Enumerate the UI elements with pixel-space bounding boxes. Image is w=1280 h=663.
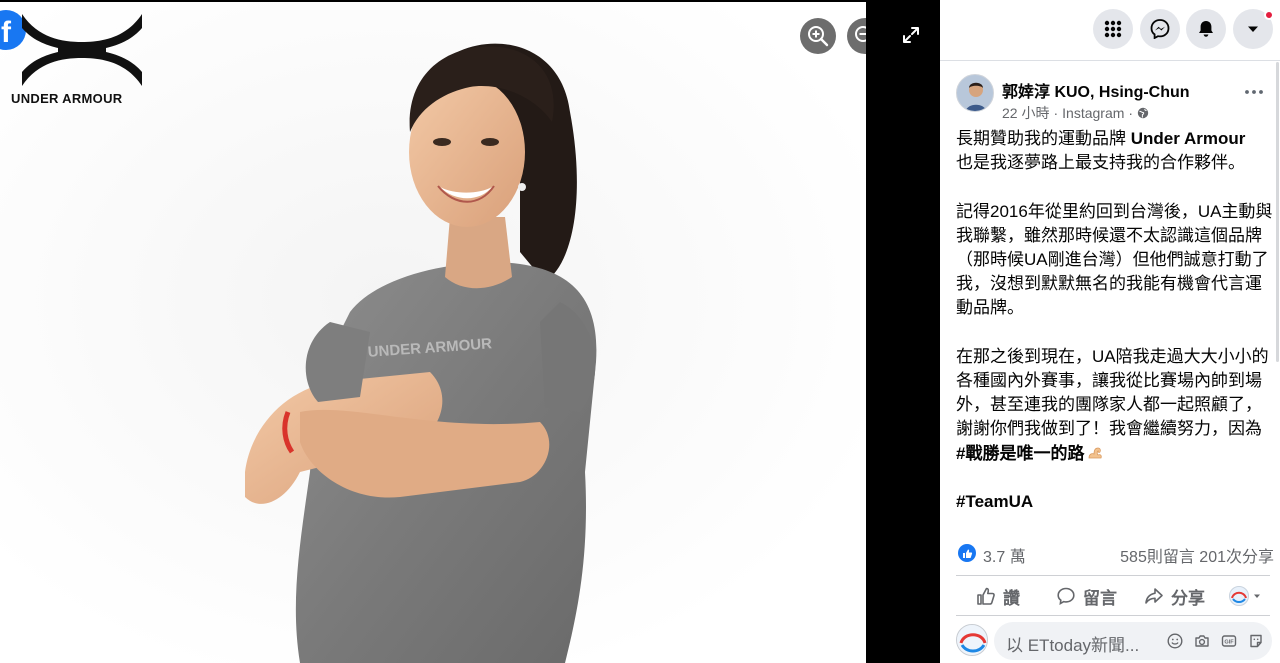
menu-grid-icon <box>1104 20 1122 38</box>
comment-placeholder: 以 ETtoday新聞... <box>1006 636 1140 655</box>
expand-button[interactable] <box>896 20 926 50</box>
avatar-photo <box>957 75 993 111</box>
brand-logo: UNDER ARMOUR <box>8 12 158 106</box>
bell-icon <box>1199 21 1213 37</box>
post-text-segment: 也是我逐夢路上最支持我的合作夥伴。 <box>956 153 1245 173</box>
commenter-avatar[interactable] <box>956 624 988 656</box>
page-avatar-icon <box>957 625 987 655</box>
brand-wordmark: UNDER ARMOUR <box>11 91 123 106</box>
engagement-counts: 585則留言 201次分享 <box>1120 543 1274 567</box>
photo-viewer: UNDER ARMOUR f UNDER ARMOUR <box>0 0 940 663</box>
menu-button[interactable] <box>1093 9 1133 49</box>
under-armour-logo-icon <box>22 14 142 86</box>
sticker-icon <box>1249 634 1262 647</box>
zoom-in-icon <box>808 26 829 47</box>
comment-button[interactable]: 留言 <box>1056 580 1117 612</box>
comment-input[interactable]: 以 ETtoday新聞... GIF <box>994 622 1272 660</box>
gif-button[interactable]: GIF <box>1220 632 1237 649</box>
account-caret-icon <box>1248 26 1258 32</box>
post-paragraph: 記得2016年從里約回到台灣後，UA主動與我聯繫，雖然那時候還不太認識這個品牌（… <box>956 201 1273 318</box>
top-navigation <box>940 0 1280 58</box>
post-paragraph: 長期贊助我的運動品牌 Under Armour 也是我逐夢路上最支持我的合作夥伴。 <box>956 127 1274 175</box>
camera-button[interactable] <box>1193 632 1210 649</box>
expand-icon <box>903 27 919 43</box>
reaction-summary: 3.7 萬 585則留言 201次分享 <box>956 540 1274 566</box>
brand-mention: Under Armour <box>1130 129 1246 148</box>
post-paragraph: 在那之後到現在，UA陪我走過大大小小的各種國內外賽事，讓我從比賽場內帥到場外，甚… <box>956 345 1274 466</box>
comment-icon <box>1057 587 1075 605</box>
hashtag-link[interactable]: #TeamUA <box>956 492 1033 511</box>
gif-icon: GIF <box>1221 634 1236 647</box>
page-avatar-icon <box>1229 586 1249 606</box>
thumbs-up-icon <box>977 587 995 605</box>
chevron-down-icon <box>1254 594 1260 598</box>
like-count[interactable]: 3.7 萬 <box>983 543 1026 567</box>
post-text: 長期贊助我的運動品牌 Under Armour 也是我逐夢路上最支持我的合作夥伴。… <box>956 127 1274 514</box>
more-horizontal-icon <box>1245 90 1263 94</box>
account-menu-button[interactable] <box>1233 9 1274 49</box>
svg-text:GIF: GIF <box>1224 639 1234 645</box>
share-count[interactable]: 201次分享 <box>1199 549 1274 566</box>
post-meta: 22 小時 · Instagram · <box>1002 103 1149 123</box>
globe-icon <box>1137 107 1149 119</box>
like-reaction-icon[interactable] <box>958 544 976 562</box>
post-text-segment: 長期贊助我的運動品牌 <box>956 129 1131 148</box>
zoom-in-button[interactable] <box>800 18 836 54</box>
flexed-biceps-icon <box>1089 447 1103 459</box>
meta-separator: · <box>1053 105 1059 121</box>
author-avatar[interactable] <box>956 74 994 112</box>
emoji-button[interactable] <box>1166 632 1183 649</box>
messenger-button[interactable] <box>1140 9 1180 49</box>
like-label: 讚 <box>1003 588 1020 608</box>
divider <box>940 60 1280 61</box>
post-photo[interactable]: UNDER ARMOUR f UNDER ARMOUR <box>0 2 866 663</box>
like-button[interactable]: 讚 <box>976 580 1020 612</box>
comment-count[interactable]: 585則留言 <box>1120 549 1195 566</box>
more-options-button[interactable] <box>1238 80 1270 104</box>
post-paragraph: #TeamUA <box>956 490 1274 514</box>
audience-selector[interactable] <box>1228 580 1261 612</box>
share-label: 分享 <box>1171 588 1205 608</box>
share-button[interactable]: 分享 <box>1144 580 1205 612</box>
divider <box>956 615 1270 616</box>
post-header: 郭婞淳 KUO, Hsing-Chun 22 小時 · Instagram · <box>956 74 1276 122</box>
messenger-icon <box>1150 19 1170 39</box>
notification-dot <box>1264 10 1274 20</box>
notifications-button[interactable] <box>1186 9 1226 49</box>
camera-icon <box>1194 634 1209 647</box>
hashtag-link[interactable]: #戰勝是唯一的路 <box>956 444 1084 463</box>
divider <box>956 575 1270 576</box>
emoji-icon <box>1166 632 1183 649</box>
zoom-out-icon <box>855 26 866 42</box>
share-icon <box>1145 588 1163 604</box>
post-panel: 郭婞淳 KUO, Hsing-Chun 22 小時 · Instagram · … <box>940 0 1280 663</box>
comment-composer: 以 ETtoday新聞... GIF <box>956 622 1274 660</box>
post-time[interactable]: 22 小時 <box>1002 103 1049 123</box>
post-text-segment: 在那之後到現在，UA陪我走過大大小小的各種國內外賽事，讓我從比賽場內帥到場外，甚… <box>956 346 1269 439</box>
sticker-button[interactable] <box>1247 632 1264 649</box>
author-name[interactable]: 郭婞淳 KUO, Hsing-Chun <box>1002 78 1190 102</box>
post-actions: 讚 留言 分享 <box>956 580 1274 612</box>
comment-tools: GIF <box>1166 632 1264 649</box>
panel-scrollbar[interactable] <box>1276 62 1279 362</box>
post-source: Instagram <box>1062 105 1125 121</box>
meta-separator: · <box>1128 105 1134 121</box>
comment-label: 留言 <box>1083 588 1117 608</box>
